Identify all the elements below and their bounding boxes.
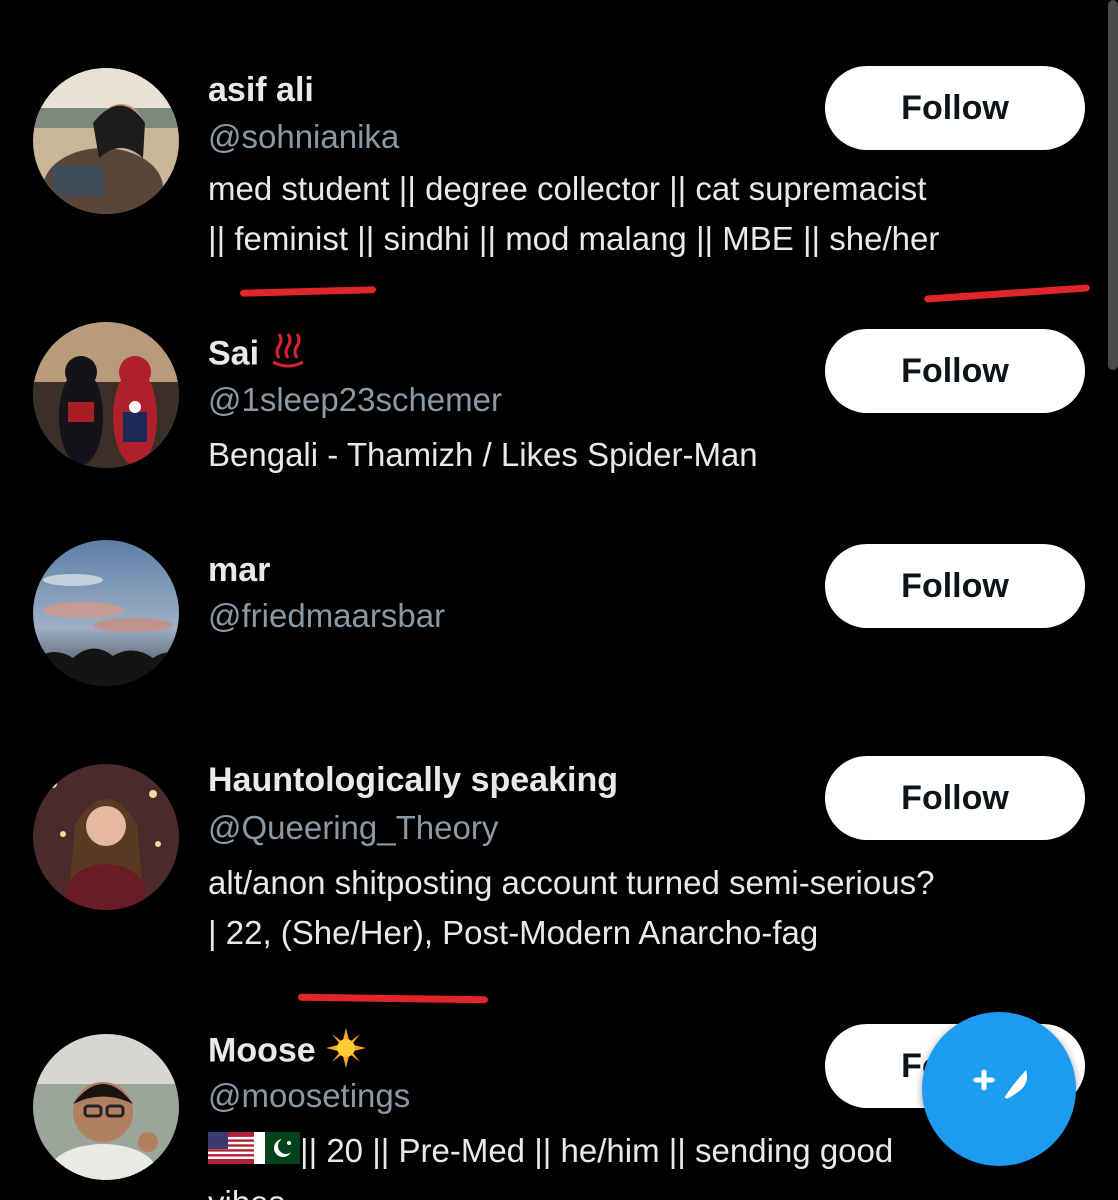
- user-display-name[interactable]: Sai: [208, 332, 307, 379]
- compose-tweet-icon: [973, 1069, 1027, 1117]
- bio-line: | 22, (She/Her), Post-Modern Anarcho-fag: [208, 914, 819, 951]
- bio-line: med student || degree collector || cat s…: [208, 170, 927, 207]
- follow-button[interactable]: Follow: [825, 544, 1085, 628]
- user-display-name[interactable]: Hauntologically speaking: [208, 760, 618, 800]
- us-flag-icon: [208, 1128, 254, 1178]
- follow-button[interactable]: Follow: [825, 329, 1085, 413]
- avatar-photo-woman-icon: [33, 68, 179, 214]
- who-to-follow-list: asif ali @sohnianika med student || degr…: [0, 0, 1118, 1200]
- avatar-photo-spiderman-icon: [33, 322, 179, 468]
- compose-tweet-button[interactable]: [922, 1012, 1076, 1166]
- avatar-photo-woman-icon: [33, 764, 179, 910]
- user-bio: med student || degree collector || cat s…: [208, 164, 1088, 264]
- annotation-underline: [923, 284, 1091, 303]
- pakistan-flag-icon: [254, 1128, 300, 1178]
- avatar[interactable]: [33, 322, 179, 468]
- follow-button[interactable]: Follow: [825, 756, 1085, 840]
- annotation-underline: [297, 993, 489, 1004]
- avatar-photo-man-icon: [33, 1034, 179, 1180]
- hot-springs-emoji-icon: [269, 332, 307, 379]
- avatar[interactable]: [33, 1034, 179, 1180]
- user-handle[interactable]: @Queering_Theory: [208, 808, 498, 848]
- user-row-hauntologically-speaking[interactable]: Hauntologically speaking @Queering_Theor…: [0, 740, 1118, 1020]
- avatar[interactable]: [33, 540, 179, 686]
- follow-button[interactable]: Follow: [825, 66, 1085, 150]
- user-display-name[interactable]: mar: [208, 550, 270, 590]
- user-row-asif-ali[interactable]: asif ali @sohnianika med student || degr…: [0, 0, 1118, 310]
- user-row-mar[interactable]: mar @friedmaarsbar Follow: [0, 530, 1118, 740]
- user-handle[interactable]: @friedmaarsbar: [208, 596, 445, 636]
- avatar[interactable]: [33, 764, 179, 910]
- annotation-underline: [239, 286, 377, 297]
- bio-line: vibes: [208, 1178, 1088, 1200]
- avatar[interactable]: [33, 68, 179, 214]
- user-row-sai[interactable]: Sai @1sleep23schemer Bengali - Thamizh /…: [0, 310, 1118, 530]
- sun-emoji-icon: [325, 1028, 366, 1077]
- user-handle[interactable]: @moosetings: [208, 1076, 410, 1116]
- user-display-name-text: Moose: [208, 1031, 316, 1070]
- user-display-name[interactable]: asif ali: [208, 70, 314, 110]
- user-bio: Bengali - Thamizh / Likes Spider-Man: [208, 430, 1088, 480]
- user-bio: alt/anon shitposting account turned semi…: [208, 858, 1088, 958]
- user-display-name-text: Sai: [208, 334, 260, 373]
- bio-line: Bengali - Thamizh / Likes Spider-Man: [208, 436, 758, 473]
- bio-line: alt/anon shitposting account turned semi…: [208, 864, 935, 901]
- scrollbar[interactable]: [1108, 0, 1118, 370]
- bio-line-text: || 20 || Pre-Med || he/him || sending go…: [300, 1132, 894, 1169]
- user-handle[interactable]: @sohnianika: [208, 117, 399, 157]
- user-handle[interactable]: @1sleep23schemer: [208, 380, 502, 420]
- bio-line: || feminist || sindhi || mod malang || M…: [208, 220, 940, 257]
- avatar-photo-sky-icon: [33, 540, 179, 686]
- user-display-name[interactable]: Moose: [208, 1028, 366, 1077]
